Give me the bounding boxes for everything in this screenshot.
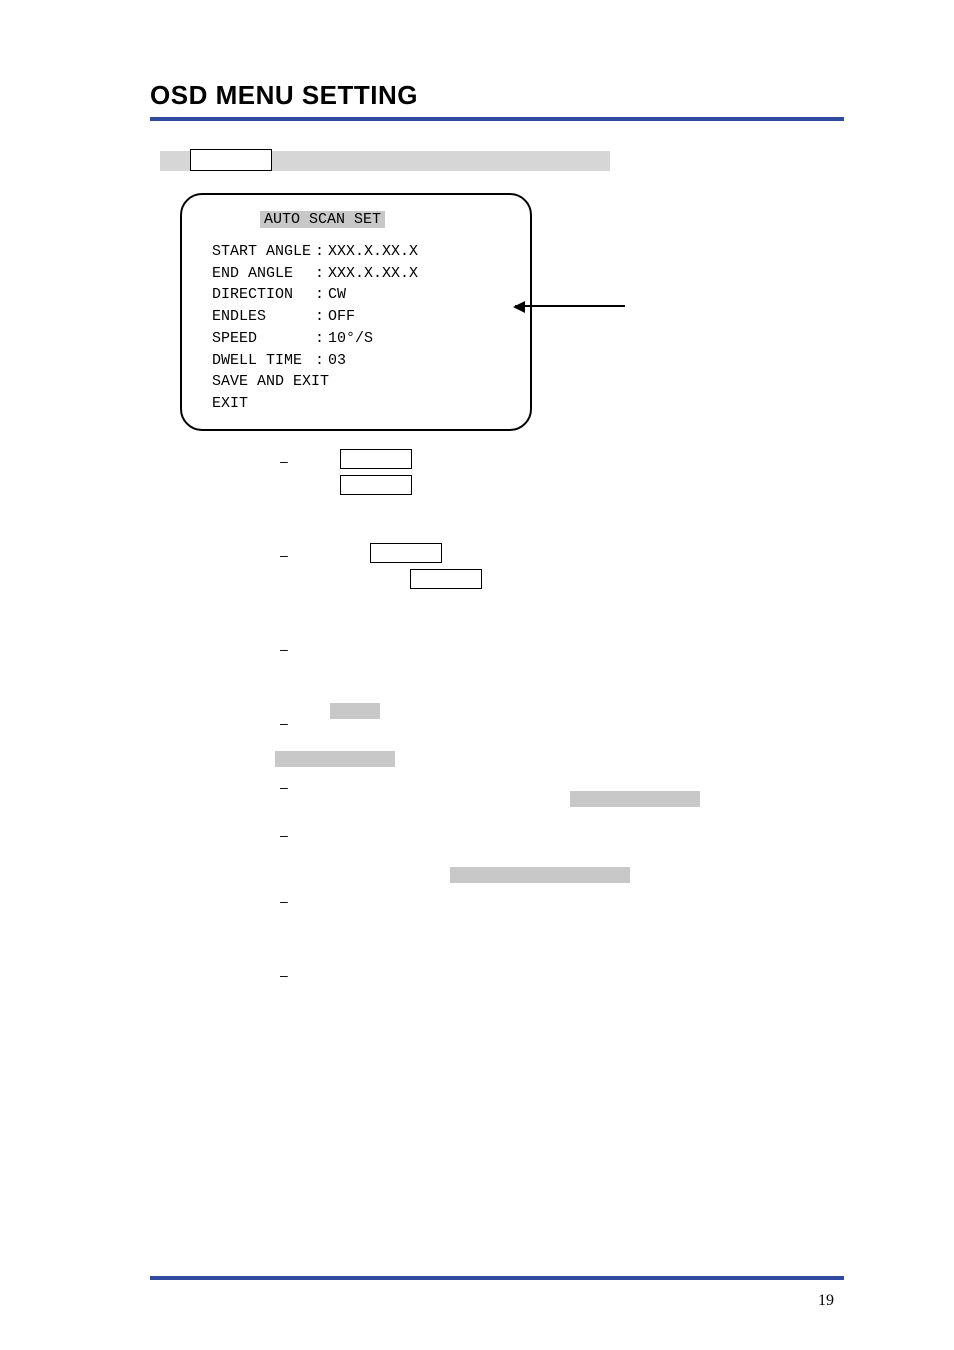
osd-label: EXIT [210, 393, 420, 415]
page-number: 19 [818, 1292, 834, 1310]
list-item: – [180, 711, 740, 725]
list-item: – [180, 543, 740, 591]
keycap-box [370, 543, 442, 563]
osd-row: SPEED:10°/S [210, 328, 420, 350]
highlight-box [570, 791, 700, 807]
osd-value: CW [326, 284, 420, 306]
osd-menu-table: START ANGLE:XXX.X.XX.X END ANGLE:XXX.X.X… [210, 241, 420, 415]
highlight-box [275, 751, 395, 767]
bullet-dash-icon: – [280, 893, 288, 909]
osd-label: END ANGLE [210, 263, 313, 285]
osd-menu-title: AUTO SCAN SET [260, 209, 510, 231]
bullet-dash-icon: – [280, 715, 288, 731]
title-text: OSD MENU SETTING [150, 80, 844, 111]
bullet-dash-icon: – [280, 453, 288, 469]
bullet-dash-icon: – [280, 827, 288, 843]
osd-value: 10°/S [326, 328, 420, 350]
osd-label: SAVE AND EXIT [210, 371, 420, 393]
set-button-row [180, 151, 844, 175]
bullet-dash-icon: – [280, 967, 288, 983]
list-item: – [180, 775, 740, 789]
osd-row: DWELL TIME:03 [210, 350, 420, 372]
osd-label: SPEED [210, 328, 313, 350]
bullet-dash-icon: – [280, 779, 288, 795]
osd-value: XXX.X.XX.X [326, 263, 420, 285]
osd-label: DWELL TIME [210, 350, 313, 372]
osd-value: XXX.X.XX.X [326, 241, 420, 263]
keycap-box [340, 475, 412, 495]
osd-value: OFF [326, 306, 420, 328]
osd-row: SAVE AND EXIT [210, 371, 420, 393]
osd-row: END ANGLE:XXX.X.XX.X [210, 263, 420, 285]
osd-label: ENDLES [210, 306, 313, 328]
list-item: – [180, 449, 740, 497]
osd-menu-panel: AUTO SCAN SET START ANGLE:XXX.X.XX.X END… [180, 193, 532, 431]
list-item: – [180, 823, 740, 837]
bullet-dash-icon: – [280, 547, 288, 563]
osd-value: 03 [326, 350, 420, 372]
osd-label: START ANGLE [210, 241, 313, 263]
list-item: – [180, 637, 740, 651]
list-item: – [180, 963, 740, 977]
keycap-set [190, 149, 272, 171]
list-item: – [180, 889, 740, 903]
osd-row: START ANGLE:XXX.X.XX.X [210, 241, 420, 263]
title-divider [150, 117, 844, 121]
osd-menu-title-text: AUTO SCAN SET [260, 211, 385, 228]
bullet-dash-icon: – [280, 641, 288, 657]
keycap-box [340, 449, 412, 469]
footer-divider [150, 1276, 844, 1280]
osd-row: EXIT [210, 393, 420, 415]
osd-row: DIRECTION:CW [210, 284, 420, 306]
highlight-box [450, 867, 630, 883]
osd-label: DIRECTION [210, 284, 313, 306]
osd-row: ENDLES:OFF [210, 306, 420, 328]
page-title: OSD MENU SETTING [150, 80, 844, 121]
keycap-box [410, 569, 482, 589]
